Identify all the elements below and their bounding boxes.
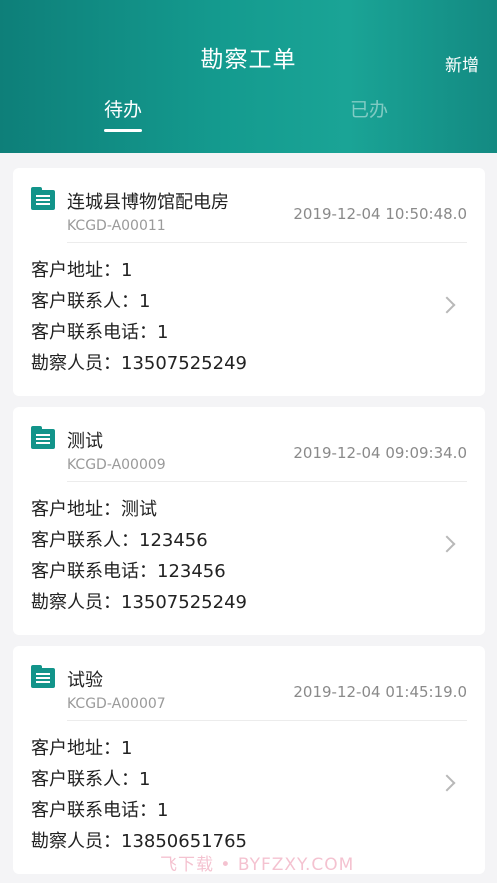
order-name: 连城县博物馆配电房 (67, 192, 229, 213)
add-button[interactable]: 新增 (445, 51, 479, 76)
customer-phone: 客户联系电话：123456 (31, 561, 226, 582)
customer-address: 客户地址：1 (31, 738, 133, 759)
card-divider (67, 720, 467, 721)
card-divider (67, 481, 467, 482)
work-order-card[interactable]: 试验 KCGD-A00007 2019-12-04 01:45:19.0 客户地… (13, 646, 485, 874)
order-code: KCGD-A00007 (67, 696, 166, 712)
work-order-card[interactable]: 连城县博物馆配电房 KCGD-A00011 2019-12-04 10:50:4… (13, 168, 485, 396)
chevron-right-icon[interactable] (438, 535, 456, 553)
chevron-right-icon[interactable] (438, 296, 456, 314)
order-time: 2019-12-04 10:50:48.0 (293, 205, 467, 223)
customer-address: 客户地址：1 (31, 260, 133, 281)
order-time: 2019-12-04 09:09:34.0 (293, 444, 467, 462)
customer-address: 客户地址：测试 (31, 499, 157, 520)
order-name: 试验 (67, 670, 103, 691)
document-icon (31, 665, 55, 688)
work-order-card[interactable]: 测试 KCGD-A00009 2019-12-04 09:09:34.0 客户地… (13, 407, 485, 635)
tab-done[interactable]: 已办 (350, 95, 388, 122)
app-header: 勘察工单 新增 待办 已办 (0, 0, 497, 153)
surveyor: 勘察人员：13507525249 (31, 353, 247, 374)
customer-contact: 客户联系人：1 (31, 769, 151, 790)
customer-contact: 客户联系人：1 (31, 291, 151, 312)
page-title: 勘察工单 (200, 47, 297, 73)
customer-contact: 客户联系人：123456 (31, 530, 208, 551)
surveyor: 勘察人员：13507525249 (31, 592, 247, 613)
customer-phone: 客户联系电话：1 (31, 322, 169, 343)
watermark: 飞下载 • BYFZXY.COM (160, 855, 355, 875)
document-icon (31, 187, 55, 210)
tab-pending[interactable]: 待办 (104, 95, 142, 122)
document-icon (31, 426, 55, 449)
card-divider (67, 242, 467, 243)
chevron-right-icon[interactable] (438, 774, 456, 792)
order-code: KCGD-A00011 (67, 218, 166, 234)
order-time: 2019-12-04 01:45:19.0 (293, 683, 467, 701)
order-name: 测试 (67, 431, 103, 452)
customer-phone: 客户联系电话：1 (31, 800, 169, 821)
order-code: KCGD-A00009 (67, 457, 166, 473)
active-tab-indicator (104, 129, 142, 132)
